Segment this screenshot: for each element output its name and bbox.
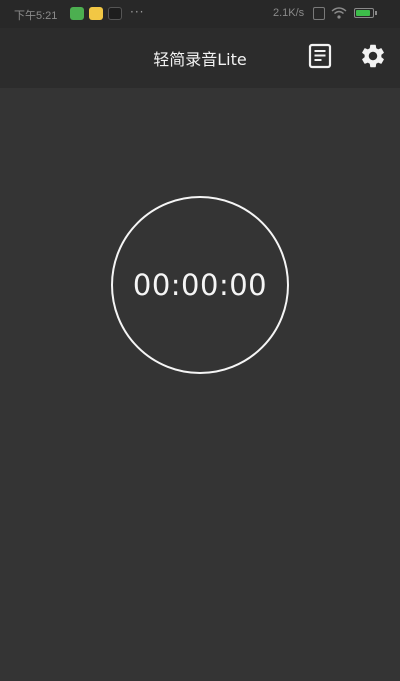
app-title: 轻简录音Lite bbox=[153, 50, 247, 69]
record-timer-button[interactable]: 00:00:00 bbox=[111, 196, 289, 374]
recorder-screen: 下午5:21 ··· 2.1K/s 轻简录音Lite 00:00:00 bbox=[0, 0, 400, 681]
app-header: 轻简录音Lite bbox=[0, 28, 400, 88]
more-notifications-indicator: ··· bbox=[130, 5, 145, 19]
wechat-notification-icon bbox=[70, 7, 84, 20]
recordings-list-icon bbox=[307, 43, 333, 73]
status-time: 下午5:21 bbox=[14, 10, 58, 22]
battery-icon bbox=[354, 8, 374, 18]
sim-card-icon bbox=[313, 7, 325, 20]
wifi-icon bbox=[331, 6, 347, 20]
app-notification-icon bbox=[89, 7, 103, 20]
dark-app-notification-icon bbox=[108, 7, 122, 20]
settings-button[interactable] bbox=[357, 42, 389, 74]
network-speed: 2.1K/s bbox=[273, 7, 305, 19]
status-bar: 下午5:21 ··· 2.1K/s bbox=[0, 0, 400, 28]
elapsed-time: 00:00:00 bbox=[132, 268, 268, 302]
battery-tip bbox=[375, 11, 377, 15]
recordings-list-button[interactable] bbox=[304, 42, 336, 74]
settings-gear-icon bbox=[359, 42, 387, 74]
battery-level bbox=[356, 10, 371, 16]
